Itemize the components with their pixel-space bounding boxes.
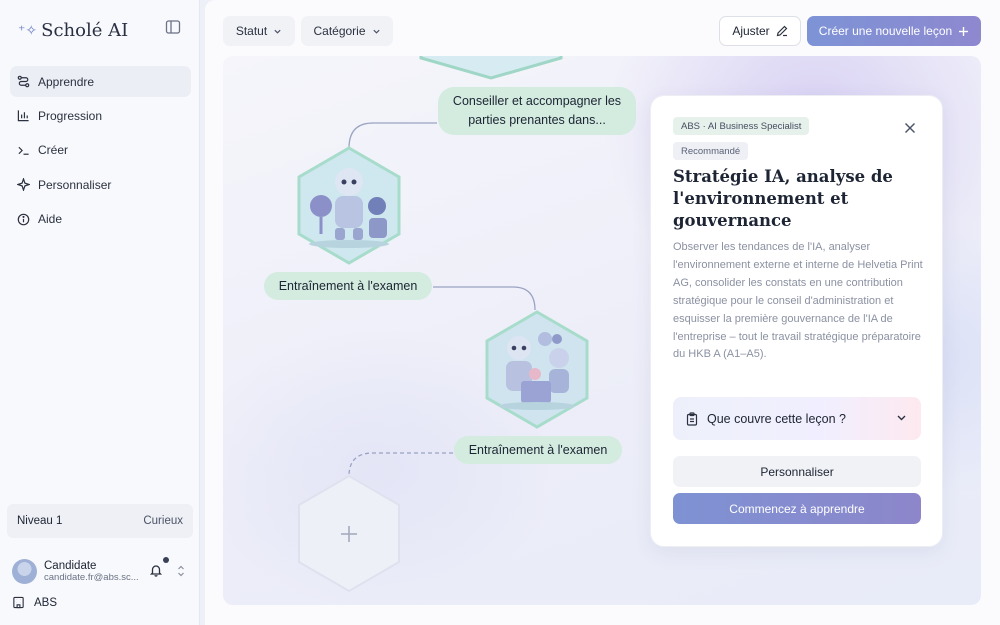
path-node-label[interactable]: Conseiller et accompagner les parties pr… (438, 87, 636, 135)
brand-logo[interactable]: ⁺✧ Scholé AI (18, 18, 128, 42)
sidebar-item-creer[interactable]: Créer (10, 135, 191, 166)
pencil-icon (776, 25, 788, 37)
sidebar-item-apprendre[interactable]: Apprendre (10, 66, 191, 97)
clipboard-icon (686, 411, 698, 426)
bar-chart-icon (17, 110, 29, 122)
hexagon-node-partial (419, 56, 563, 80)
level-label: Niveau 1 (17, 515, 63, 527)
organization-name: ABS (34, 596, 58, 609)
adjust-label: Ajuster (732, 24, 770, 38)
status-filter[interactable]: Statut (223, 16, 295, 46)
route-icon (17, 75, 30, 88)
lesson-description: Observer les tendances de l'IA, analyser… (673, 241, 923, 361)
connector-line (348, 122, 437, 149)
connector-line-dashed (348, 452, 467, 477)
user-email: candidate.fr@abs.sc... (44, 571, 139, 583)
level-tier: Curieux (143, 515, 183, 527)
sidebar-item-personnaliser[interactable]: Personnaliser (10, 169, 191, 200)
create-lesson-label: Créer une nouvelle leçon (818, 24, 953, 38)
sidebar-item-aide[interactable]: Aide (10, 204, 191, 235)
chevron-down-icon (372, 29, 380, 34)
chevron-down-icon (897, 415, 906, 421)
path-node-title: Conseiller et accompagner les parties pr… (452, 94, 622, 127)
info-icon (17, 213, 30, 225)
sidebar-item-label: Aide (38, 212, 63, 227)
plus-icon (959, 26, 969, 36)
path-node-title: Entraînement à l'examen (468, 442, 608, 457)
sidebar-item-label: Personnaliser (38, 177, 112, 192)
user-menu[interactable]: Candidate candidate.fr@abs.sc... (12, 556, 190, 586)
accordion-label: Que couvre cette leçon ? (707, 411, 846, 426)
path-node-title: Entraînement à l'examen (278, 278, 418, 293)
close-icon[interactable] (904, 122, 916, 134)
bell-icon[interactable] (149, 563, 163, 577)
path-node-label[interactable]: Entraînement à l'examen (454, 436, 622, 464)
chevron-up-down-icon[interactable] (176, 564, 186, 578)
lesson-title: Stratégie IA, analyse de l'environnement… (673, 167, 893, 230)
building-icon (13, 596, 24, 609)
notification-dot (163, 557, 169, 563)
status-filter-label: Statut (235, 24, 268, 38)
sidebar-item-progression[interactable]: Progression (10, 100, 191, 131)
start-learning-button[interactable]: Commencez à apprendre (673, 493, 921, 524)
level-card[interactable]: Niveau 1 Curieux (7, 504, 193, 538)
create-lesson-button[interactable]: Créer une nouvelle leçon (807, 16, 981, 46)
sidebar-item-label: Apprendre (38, 74, 95, 89)
sidebar-item-label: Progression (38, 108, 103, 123)
personalize-button[interactable]: Personnaliser (673, 456, 921, 487)
lesson-detail-card: ABS · AI Business Specialist Recommandé … (650, 95, 943, 547)
category-filter[interactable]: Catégorie (301, 16, 393, 46)
sidebar: ⁺✧ Scholé AI Apprendre Progression Créer (0, 0, 200, 625)
chevron-down-icon (274, 29, 281, 34)
lesson-contents-accordion[interactable]: Que couvre cette leçon ? (673, 397, 921, 440)
recommended-badge: Recommandé (673, 142, 749, 160)
organization-switcher[interactable]: ABS (12, 596, 57, 609)
terminal-icon (18, 146, 29, 155)
sidebar-nav: Apprendre Progression Créer Personnalise… (10, 66, 191, 238)
user-info: Candidate candidate.fr@abs.sc... (44, 560, 140, 583)
category-filter-label: Catégorie (313, 24, 366, 38)
connector-line (433, 286, 536, 311)
program-tag: ABS · AI Business Specialist (673, 117, 810, 135)
user-name: Candidate (44, 559, 97, 572)
sidebar-toggle-icon[interactable] (165, 19, 181, 35)
sparkle-logo-icon: ⁺✧ (18, 21, 38, 38)
path-node-label[interactable]: Entraînement à l'examen (264, 272, 432, 300)
avatar (12, 558, 37, 584)
adjust-button[interactable]: Ajuster (719, 16, 801, 46)
sidebar-item-label: Créer (38, 143, 69, 158)
sparkle-icon (17, 178, 30, 192)
brand-name: Scholé AI (41, 19, 129, 41)
